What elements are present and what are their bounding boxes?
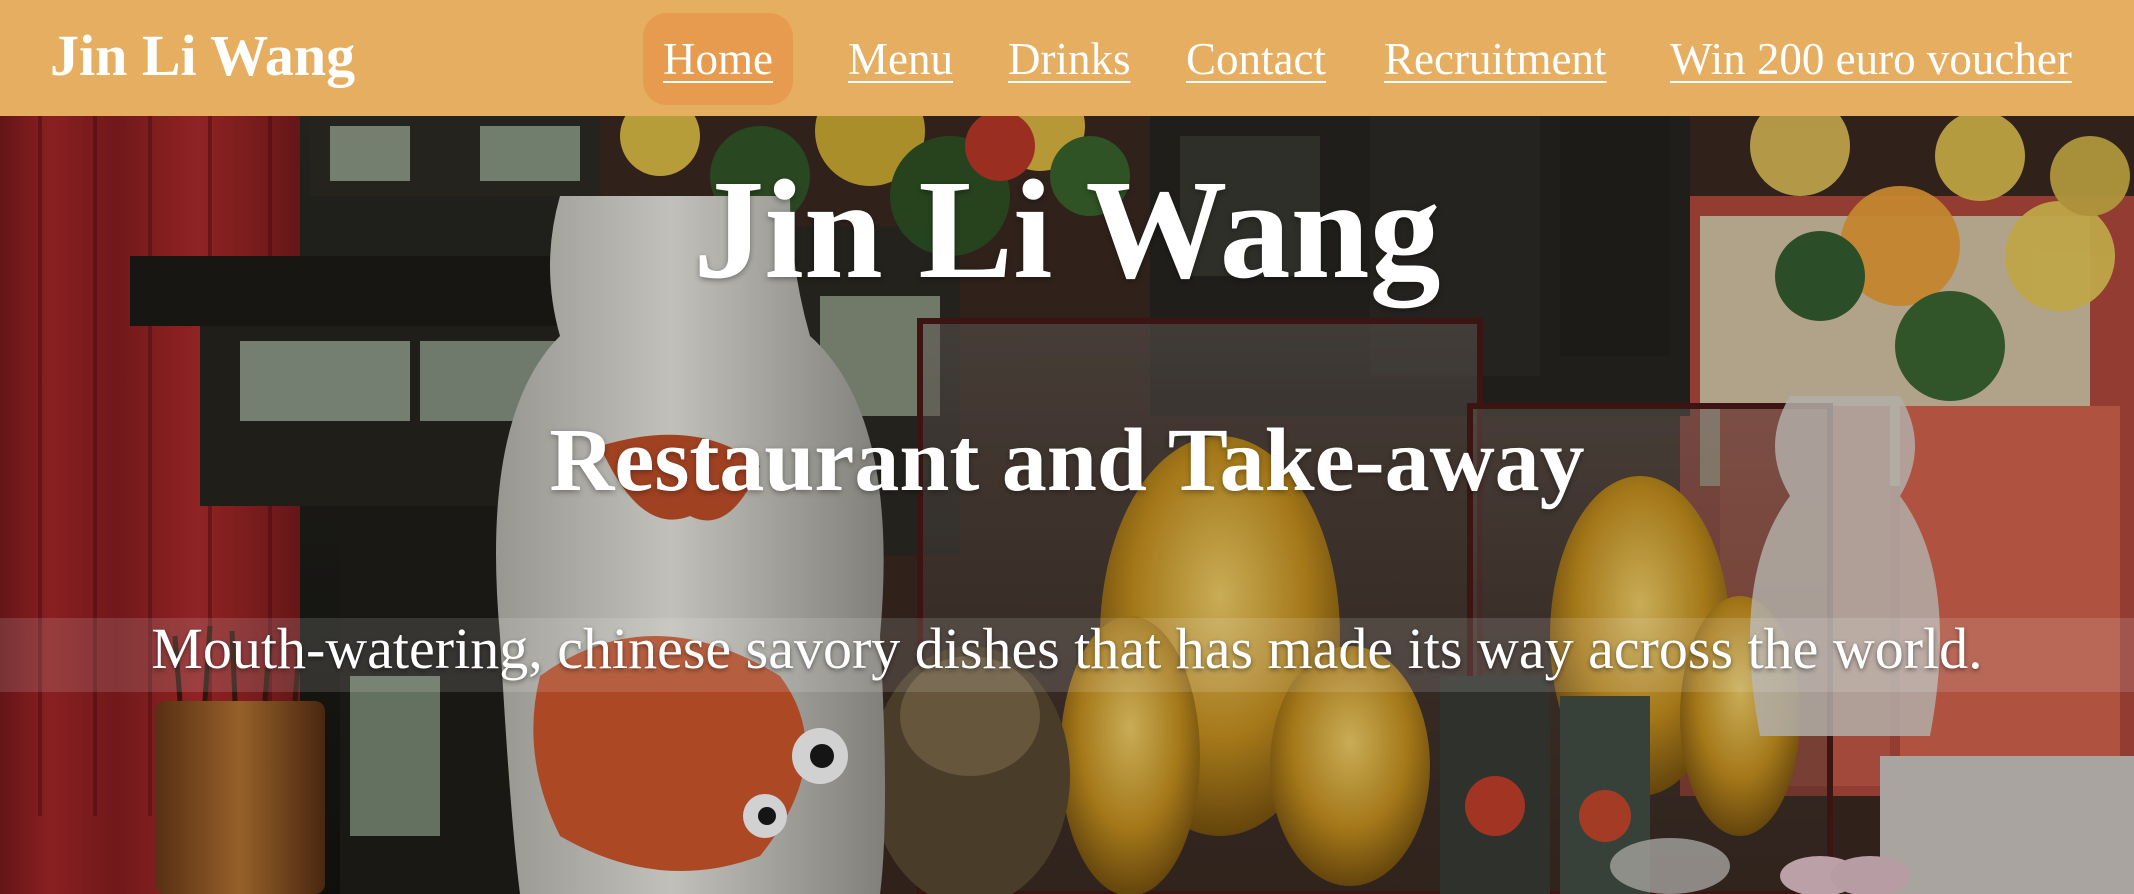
navbar: Jin Li Wang Home Menu Drinks Contact Rec… [0,0,2134,116]
nav-link-recruitment[interactable]: Recruitment [1384,0,1606,116]
nav-link-drinks[interactable]: Drinks [1008,0,1131,116]
hero-tagline: Mouth-watering, chinese savory dishes th… [151,616,1983,681]
nav-link-home[interactable]: Home [643,13,793,105]
hero-title: Jin Li Wang [693,150,1441,308]
hero-subtitle: Restaurant and Take-away [549,411,1585,510]
hero-section: Jin Li Wang Restaurant and Take-away Mou… [0,116,2134,894]
nav-link-contact[interactable]: Contact [1186,0,1326,116]
brand-logo-text[interactable]: Jin Li Wang [50,22,355,90]
nav-link-win-voucher[interactable]: Win 200 euro voucher [1670,0,2072,116]
nav-link-menu[interactable]: Menu [848,0,953,116]
